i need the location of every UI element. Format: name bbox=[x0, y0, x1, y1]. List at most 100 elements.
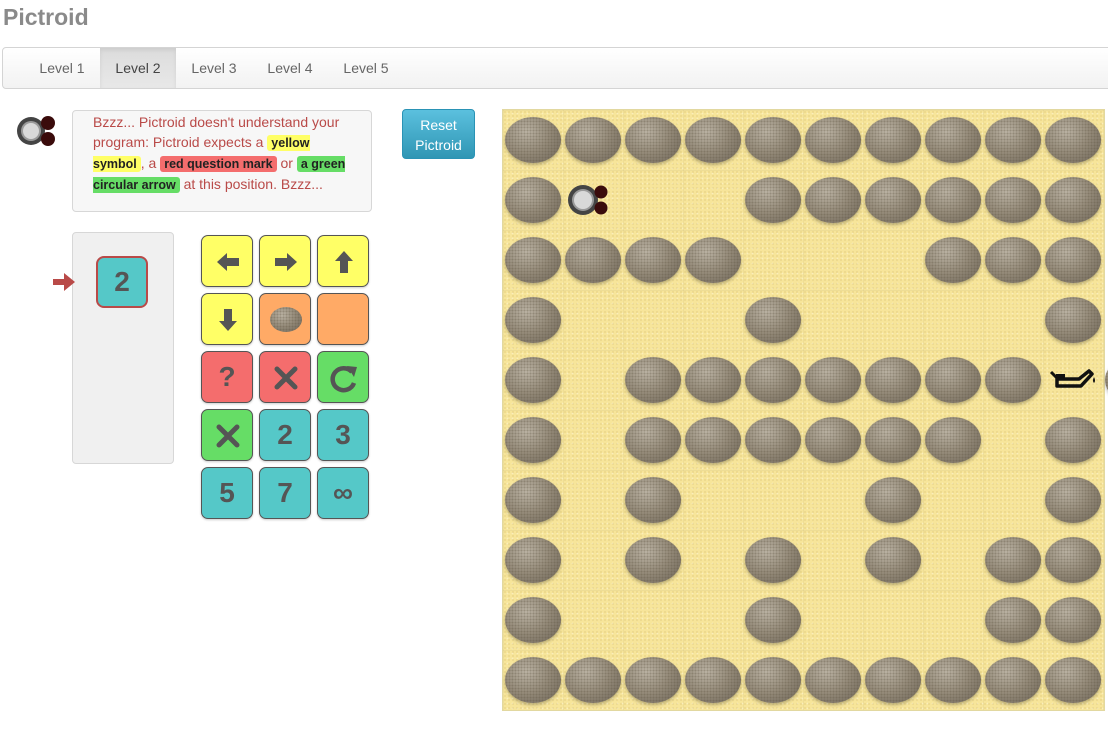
sand-cell bbox=[863, 590, 923, 650]
arrow-left-icon bbox=[217, 253, 239, 271]
rock-icon bbox=[925, 237, 981, 283]
cross-icon bbox=[274, 366, 298, 390]
rock-icon bbox=[625, 357, 681, 403]
rock-icon bbox=[625, 657, 681, 703]
move-right-tile[interactable] bbox=[259, 235, 311, 287]
rock-cell bbox=[1043, 650, 1103, 710]
rock-icon bbox=[505, 657, 561, 703]
rock-cell bbox=[503, 230, 563, 290]
sand-cell bbox=[623, 290, 683, 350]
rock-cell bbox=[743, 590, 803, 650]
rock-cell bbox=[503, 470, 563, 530]
move-down-tile[interactable] bbox=[201, 293, 253, 345]
red-question-mark-highlight: red question mark bbox=[160, 156, 277, 172]
oil-can-cell bbox=[1043, 350, 1103, 410]
empty-condition-tile[interactable] bbox=[317, 293, 369, 345]
rock-icon bbox=[685, 417, 741, 463]
tab-level-2[interactable]: Level 2 bbox=[100, 48, 176, 88]
sand-cell bbox=[923, 470, 983, 530]
tab-level-4[interactable]: Level 4 bbox=[252, 48, 328, 88]
rock-icon bbox=[685, 657, 741, 703]
cross-icon bbox=[216, 424, 240, 448]
rock-cell bbox=[923, 650, 983, 710]
sand-cell bbox=[923, 290, 983, 350]
robot-icon bbox=[568, 185, 608, 215]
rock-cell bbox=[923, 230, 983, 290]
rock-icon bbox=[865, 117, 921, 163]
red-cross-tile[interactable] bbox=[259, 351, 311, 403]
rock-cell bbox=[743, 650, 803, 710]
rock-icon bbox=[745, 417, 801, 463]
sand-cell bbox=[983, 470, 1043, 530]
rock-cell bbox=[1043, 590, 1103, 650]
rock-cell bbox=[563, 110, 623, 170]
rock-cell bbox=[623, 650, 683, 710]
repeat-7-tile[interactable]: 7 bbox=[259, 467, 311, 519]
rock-cell bbox=[623, 110, 683, 170]
tab-level-5[interactable]: Level 5 bbox=[328, 48, 404, 88]
rock-icon bbox=[625, 477, 681, 523]
rock-cell bbox=[1043, 170, 1103, 230]
reset-button-label: Pictroid bbox=[415, 137, 462, 153]
rock-cell bbox=[803, 650, 863, 710]
sand-cell bbox=[683, 290, 743, 350]
rock-icon bbox=[805, 417, 861, 463]
repeat-infinity-tile[interactable]: ∞ bbox=[317, 467, 369, 519]
rock-cell bbox=[803, 170, 863, 230]
rock-icon bbox=[505, 417, 561, 463]
rock-cell bbox=[503, 350, 563, 410]
rock-cell bbox=[1043, 290, 1103, 350]
sand-cell bbox=[563, 350, 623, 410]
message-separator: , a bbox=[140, 155, 161, 171]
program-slot-repeat[interactable]: 2 bbox=[96, 256, 148, 308]
sand-cell bbox=[683, 170, 743, 230]
rock-icon bbox=[505, 597, 561, 643]
rock-cell bbox=[803, 350, 863, 410]
sand-cell bbox=[923, 530, 983, 590]
move-left-tile[interactable] bbox=[201, 235, 253, 287]
rock-icon bbox=[625, 117, 681, 163]
circular-arrow-tile[interactable] bbox=[317, 351, 369, 403]
green-cross-tile[interactable] bbox=[201, 409, 253, 461]
rock-icon bbox=[1045, 537, 1101, 583]
rock-cell bbox=[743, 110, 803, 170]
oil-can-icon bbox=[1049, 369, 1095, 388]
sand-cell bbox=[563, 470, 623, 530]
repeat-5-tile[interactable]: 5 bbox=[201, 467, 253, 519]
rock-cell bbox=[983, 170, 1043, 230]
rock-icon bbox=[985, 537, 1041, 583]
rock-icon bbox=[745, 537, 801, 583]
rock-icon bbox=[1045, 117, 1101, 163]
rock-condition-tile[interactable] bbox=[259, 293, 311, 345]
rock-icon bbox=[505, 237, 561, 283]
sand-cell bbox=[743, 230, 803, 290]
sand-cell bbox=[803, 230, 863, 290]
rock-cell bbox=[563, 650, 623, 710]
rock-cell bbox=[863, 470, 923, 530]
rock-icon bbox=[985, 597, 1041, 643]
repeat-3-tile[interactable]: 3 bbox=[317, 409, 369, 461]
rock-cell bbox=[983, 590, 1043, 650]
move-up-tile[interactable] bbox=[317, 235, 369, 287]
rock-cell bbox=[503, 650, 563, 710]
reset-button-label: Reset bbox=[420, 117, 457, 133]
circular-arrow-icon bbox=[330, 366, 357, 393]
sand-cell bbox=[983, 410, 1043, 470]
rock-icon bbox=[505, 117, 561, 163]
tab-level-3[interactable]: Level 3 bbox=[176, 48, 252, 88]
repeat-2-tile[interactable]: 2 bbox=[259, 409, 311, 461]
sand-cell bbox=[923, 590, 983, 650]
arrow-down-icon bbox=[219, 309, 237, 331]
rock-icon bbox=[745, 117, 801, 163]
reset-pictroid-button[interactable]: Reset Pictroid bbox=[402, 109, 475, 159]
question-mark-tile[interactable]: ? bbox=[201, 351, 253, 403]
sand-cell bbox=[803, 290, 863, 350]
rock-cell bbox=[1043, 530, 1103, 590]
rock-cell bbox=[623, 230, 683, 290]
rock-cell bbox=[503, 530, 563, 590]
sand-cell bbox=[863, 290, 923, 350]
rock-cell bbox=[1043, 470, 1103, 530]
sand-cell bbox=[683, 590, 743, 650]
tab-level-1[interactable]: Level 1 bbox=[24, 48, 100, 88]
sand-cell bbox=[803, 590, 863, 650]
